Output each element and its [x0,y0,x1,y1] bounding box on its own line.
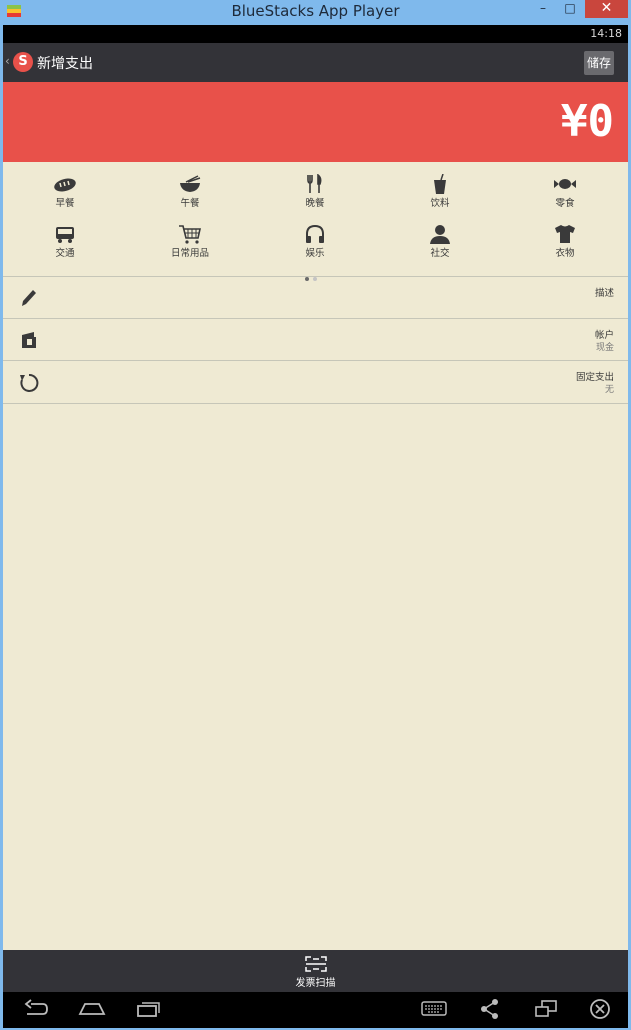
status-bar: 14:18 [3,25,628,43]
bus-icon [56,227,74,243]
app-bar: ‹ S 新增支出 储存 [3,43,628,82]
app-logo-icon[interactable]: S [13,52,33,72]
description-row[interactable]: 描述 [3,276,628,319]
close-app-icon[interactable] [588,998,612,1020]
status-time: 14:18 [590,27,622,40]
category-transport[interactable]: 交通 [3,224,127,259]
recent-apps-icon[interactable] [135,998,161,1020]
category-breakfast[interactable]: 早餐 [3,174,127,209]
recurring-value: 无 [604,385,614,395]
maximize-button[interactable]: □ [557,0,583,18]
pencil-icon [22,290,36,306]
rotate-screen-icon[interactable] [533,998,559,1020]
category-snacks[interactable]: 零食 [503,174,627,209]
category-label: 日常用品 [170,248,209,259]
invoice-scan-label: 发票扫描 [295,978,336,989]
keyboard-icon[interactable] [421,998,447,1020]
invoice-scan-button[interactable]: 发票扫描 [3,950,628,992]
bread-icon [54,178,76,192]
candy-icon [554,179,576,189]
repeat-icon [20,373,39,392]
amount-value: ¥0 [561,96,614,147]
noodle-bowl-icon [180,175,201,192]
category-daily-goods[interactable]: 日常用品 [128,224,252,259]
category-dinner[interactable]: 晚餐 [253,174,377,209]
shopping-cart-icon [179,225,201,244]
person-icon [430,225,450,244]
category-label: 社交 [430,248,450,259]
category-grid: 早餐 午餐 晚餐 饮料 零食 交通 日常用品 娱乐 社交 衣物 [3,162,628,281]
description-label: 描述 [594,288,614,299]
android-screen: 14:18 ‹ S 新增支出 储存 ¥0 早餐 午餐 晚餐 饮料 零食 交通 日… [3,25,628,1028]
headphones-icon [306,224,324,243]
android-nav-bar [3,992,628,1028]
page-title: 新增支出 [37,56,93,72]
minimize-button[interactable]: – [530,0,556,18]
category-label: 晚餐 [305,198,325,209]
recurring-row[interactable]: 固定支出 无 [3,360,628,404]
recurring-label: 固定支出 [575,372,614,383]
share-icon[interactable] [478,998,502,1020]
fork-knife-icon [307,174,322,193]
scan-icon [305,956,327,972]
drink-cup-icon [434,174,446,194]
category-label: 娱乐 [305,248,325,259]
window-titlebar: BlueStacks App Player – □ ✕ [0,0,631,24]
category-label: 零食 [555,198,575,209]
amount-display[interactable]: ¥0 [3,82,628,162]
category-drinks[interactable]: 饮料 [378,174,502,209]
category-label: 早餐 [55,198,75,209]
category-label: 饮料 [430,198,450,209]
category-social[interactable]: 社交 [378,224,502,259]
back-icon[interactable] [23,998,49,1020]
category-clothing[interactable]: 衣物 [503,224,627,259]
close-window-button[interactable]: ✕ [585,0,628,18]
wallet-icon [22,332,36,348]
category-label: 午餐 [180,198,200,209]
save-button[interactable]: 储存 [584,51,614,75]
shirt-icon [555,225,575,243]
category-label: 交通 [55,248,75,259]
category-label: 衣物 [555,248,575,259]
home-icon[interactable] [77,998,107,1020]
account-label: 帐户 [594,330,614,341]
category-entertainment[interactable]: 娱乐 [253,224,377,259]
category-lunch[interactable]: 午餐 [128,174,252,209]
account-row[interactable]: 帐户 现金 [3,318,628,361]
back-chevron-icon[interactable]: ‹ [5,54,10,68]
account-value: 现金 [595,343,614,353]
